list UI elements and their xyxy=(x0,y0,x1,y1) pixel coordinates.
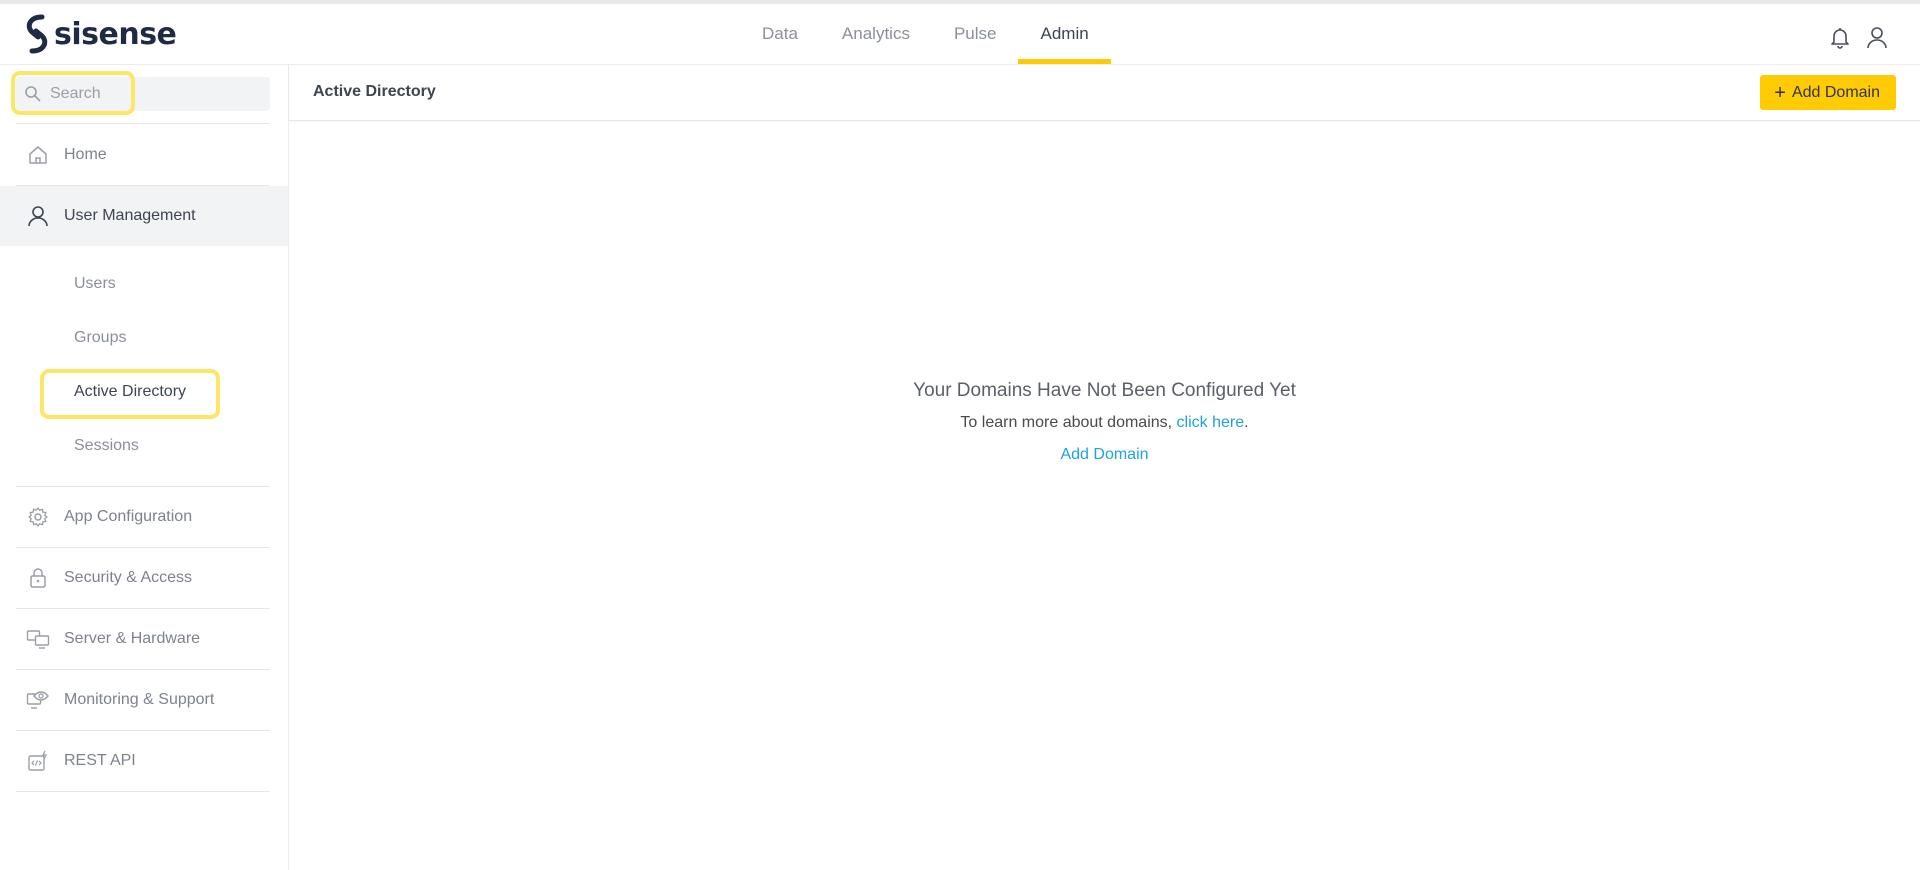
search-input[interactable] xyxy=(50,77,260,111)
sidebar-item-label: REST API xyxy=(64,752,136,769)
monitors-icon xyxy=(26,630,50,649)
sidebar-item-label: App Configuration xyxy=(64,508,193,525)
empty-state-title: Your Domains Have Not Been Configured Ye… xyxy=(913,380,1296,401)
subitem-label: Sessions xyxy=(74,437,139,454)
sidebar-item-user-management[interactable]: User Management xyxy=(0,186,288,246)
subitem-label: Active Directory xyxy=(74,383,187,400)
sidebar-item-rest-api[interactable]: REST API xyxy=(0,731,288,791)
sidebar-item-app-configuration[interactable]: App Configuration xyxy=(0,487,288,547)
empty-state-info: To learn more about domains, click here. xyxy=(289,414,1920,432)
subitem-groups[interactable]: Groups xyxy=(74,323,126,353)
lock-icon xyxy=(30,568,46,588)
home-icon xyxy=(29,146,47,164)
tab-label: Pulse xyxy=(953,24,997,43)
plus-icon: + xyxy=(1774,81,1786,104)
page-title: Active Directory xyxy=(313,83,436,100)
sidebar-item-monitoring-support[interactable]: Monitoring & Support xyxy=(0,670,288,730)
search-icon xyxy=(25,86,41,102)
tab-pulse[interactable]: Pulse xyxy=(932,4,1019,64)
sidebar-item-label: Server & Hardware xyxy=(64,630,201,647)
subitem-active-directory[interactable]: Active Directory xyxy=(74,377,186,407)
bell-icon[interactable] xyxy=(1827,24,1853,50)
sidebar-item-label: Security & Access xyxy=(64,569,193,586)
info-text: To learn more about domains, xyxy=(960,414,1177,431)
sidebar-item-label: Home xyxy=(64,146,107,163)
tab-analytics[interactable]: Analytics xyxy=(820,4,932,64)
top-nav: Data Analytics Pulse Admin xyxy=(740,4,1111,64)
tab-label: Analytics xyxy=(841,24,910,43)
subitem-label: Users xyxy=(74,275,116,292)
api-icon xyxy=(28,750,48,771)
divider xyxy=(16,123,270,124)
add-domain-label: Add Domain xyxy=(1791,83,1880,101)
sidebar-item-server-hardware[interactable]: Server & Hardware xyxy=(0,609,288,669)
sisense-logo-icon xyxy=(26,14,48,54)
search-box[interactable] xyxy=(16,77,270,111)
sidebar-item-home[interactable]: Home xyxy=(0,125,288,185)
user-icon xyxy=(28,206,48,227)
sidebar-item-security-access[interactable]: Security & Access xyxy=(0,548,288,608)
sisense-logo[interactable]: sisense xyxy=(22,14,177,54)
add-domain-button[interactable]: + Add Domain xyxy=(1760,75,1896,110)
learn-more-link[interactable]: click here xyxy=(1177,414,1245,431)
top-header: sisense Data Analytics Pulse Admin xyxy=(0,4,1920,65)
empty-state: Your Domains Have Not Been Configured Ye… xyxy=(289,380,1920,464)
sidebar-item-label: Monitoring & Support xyxy=(64,691,215,708)
divider xyxy=(16,791,270,792)
info-suffix: . xyxy=(1244,414,1249,431)
subitem-label: Groups xyxy=(74,329,127,346)
eye-monitor-icon xyxy=(26,691,49,709)
tab-admin[interactable]: Admin xyxy=(1018,4,1111,64)
tab-data[interactable]: Data xyxy=(740,4,820,64)
add-domain-link[interactable]: Add Domain xyxy=(1060,446,1148,464)
brand-name: sisense xyxy=(54,16,177,52)
page-toolbar: Active Directory + Add Domain xyxy=(289,65,1920,121)
subitem-sessions[interactable]: Sessions xyxy=(74,431,139,461)
sidebar-item-label: User Management xyxy=(64,207,196,224)
user-profile-icon[interactable] xyxy=(1864,24,1890,50)
gear-icon xyxy=(28,507,48,527)
sidebar: Home User Management Users Groups Active… xyxy=(0,65,289,870)
subitem-users[interactable]: Users xyxy=(74,269,116,299)
tab-label: Data xyxy=(762,24,798,43)
tab-label: Admin xyxy=(1040,24,1089,43)
